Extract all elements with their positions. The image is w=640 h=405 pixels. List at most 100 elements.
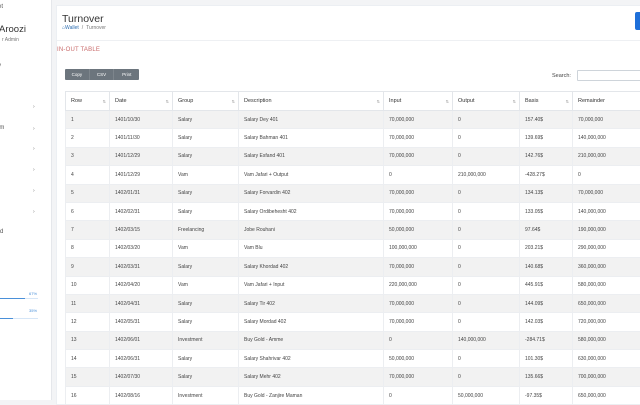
table-cell: 140,000,000 <box>453 331 520 349</box>
table-cell: 157.40$ <box>520 111 573 129</box>
table-cell: Salary <box>173 184 239 202</box>
table-cell: 100,000,000 <box>384 239 453 257</box>
table-cell: Buy Gold - Zanjire Maman <box>239 386 384 404</box>
main-panel: Turnover ⌂Wallet/Turnover IN-OUT TABLE C… <box>56 5 640 405</box>
table-cell: 7 <box>66 221 110 239</box>
table-cell: 70,000,000 <box>573 184 640 202</box>
chevron-right-icon[interactable]: › <box>33 126 35 132</box>
table-row[interactable]: 91402/03/31SalarySalary Khordad 40270,00… <box>66 258 640 276</box>
table-cell: Salary <box>173 111 239 129</box>
column-header-label: Group <box>178 98 193 104</box>
table-row[interactable]: 11401/10/30SalarySalary Dey 40170,000,00… <box>66 111 640 129</box>
sort-icon: ⇅ <box>166 99 169 104</box>
table-row[interactable]: 151402/07/30SalarySalary Mehr 40270,000,… <box>66 368 640 386</box>
table-cell: 580,000,000 <box>573 331 640 349</box>
table-cell: 1402/06/31 <box>110 350 173 368</box>
table-cell: 50,000,000 <box>453 386 520 404</box>
table-cell: 1401/12/29 <box>110 166 173 184</box>
table-row[interactable]: 141402/06/31SalarySalary Shahrivar 40250… <box>66 350 640 368</box>
column-header[interactable]: Row⇅ <box>66 92 110 111</box>
column-header[interactable]: Remainder⇅ <box>573 92 640 111</box>
table-row[interactable]: 61402/02/31SalarySalary Ordibehesht 4027… <box>66 202 640 220</box>
column-header-label: Description <box>244 98 272 104</box>
search-input[interactable] <box>577 70 640 81</box>
column-header[interactable]: Basis⇅ <box>520 92 573 111</box>
print-button[interactable]: Print <box>114 69 139 80</box>
sidebar-user-name: Aroozi <box>0 24 26 35</box>
table-cell: 2 <box>66 129 110 147</box>
column-header[interactable]: Group⇅ <box>173 92 239 111</box>
progress-label: 67% <box>29 291 37 296</box>
sort-icon: ⇅ <box>446 99 449 104</box>
table-cell: 139.69$ <box>520 129 573 147</box>
table-cell: 190,000,000 <box>573 221 640 239</box>
table-cell: -428.27$ <box>520 166 573 184</box>
table-row[interactable]: 51402/01/31SalarySalary Forvardin 40270,… <box>66 184 640 202</box>
chevron-right-icon[interactable]: › <box>33 146 35 152</box>
table-cell: 0 <box>453 202 520 220</box>
table-cell: 0 <box>453 129 520 147</box>
table-cell: Salary Bahman 401 <box>239 129 384 147</box>
table-cell: 360,000,000 <box>573 258 640 276</box>
table-row[interactable]: 21401/11/30SalarySalary Bahman 40170,000… <box>66 129 640 147</box>
csv-button[interactable]: CSV <box>90 69 115 80</box>
table-row[interactable]: 41401/12/29VamVam Jafari + Output0210,00… <box>66 166 640 184</box>
column-header[interactable]: Output⇅ <box>453 92 520 111</box>
table-cell: 1402/04/31 <box>110 294 173 312</box>
turnover-table: Row⇅Date⇅Group⇅Description⇅Input⇅Output⇅… <box>65 91 640 405</box>
table-row[interactable]: 101402/04/20VamVam Jafari + Input220,000… <box>66 276 640 294</box>
table-cell: 50,000,000 <box>384 350 453 368</box>
table-cell: 1402/03/31 <box>110 258 173 276</box>
sidebar-brand: et <box>0 4 3 10</box>
table-cell: Investment <box>173 331 239 349</box>
chevron-right-icon[interactable]: › <box>33 104 35 110</box>
column-header[interactable]: Input⇅ <box>384 92 453 111</box>
sidebar: et Aroozi r Admin y › im › › › › › rd 67… <box>0 0 52 400</box>
table-cell: 220,000,000 <box>384 276 453 294</box>
table-row[interactable]: 131402/06/01InvestmentBuy Gold - Amme014… <box>66 331 640 349</box>
table-cell: 1402/02/31 <box>110 202 173 220</box>
table-cell: Buy Gold - Amme <box>239 331 384 349</box>
copy-button[interactable]: Copy <box>65 69 90 80</box>
table-cell: 1402/07/30 <box>110 368 173 386</box>
header-action-button[interactable] <box>635 12 640 30</box>
export-button-group: Copy CSV Print <box>65 69 139 80</box>
table-cell: 0 <box>453 368 520 386</box>
sidebar-item-1[interactable]: y <box>0 63 1 69</box>
table-row[interactable]: 121402/05/31SalarySalary Mordad 40270,00… <box>66 313 640 331</box>
table-row[interactable]: 71402/03/15FreelancingJobe Rouhani50,000… <box>66 221 640 239</box>
chevron-right-icon[interactable]: › <box>33 167 35 173</box>
table-cell: 203.21$ <box>520 239 573 257</box>
table-cell: 0 <box>453 313 520 331</box>
header-divider <box>57 40 640 41</box>
table-row[interactable]: 111402/04/31SalarySalary Tir 40270,000,0… <box>66 294 640 312</box>
table-cell: 0 <box>453 294 520 312</box>
table-cell: 0 <box>453 184 520 202</box>
column-header[interactable]: Date⇅ <box>110 92 173 111</box>
table-cell: Salary <box>173 313 239 331</box>
table-cell: 700,000,000 <box>573 368 640 386</box>
table-cell: 140,000,000 <box>573 202 640 220</box>
chevron-right-icon[interactable]: › <box>33 209 35 215</box>
table-cell: 720,000,000 <box>573 313 640 331</box>
table-cell: 6 <box>66 202 110 220</box>
table-cell: 0 <box>384 166 453 184</box>
sort-icon: ⇅ <box>513 99 516 104</box>
table-cell: 1401/11/30 <box>110 129 173 147</box>
table-cell: Salary <box>173 129 239 147</box>
table-row[interactable]: 31401/12/29SalarySalary Esfand 40170,000… <box>66 147 640 165</box>
breadcrumb-current: Turnover <box>86 25 106 31</box>
table-row[interactable]: 161402/08/16InvestmentBuy Gold - Zanjire… <box>66 386 640 404</box>
chevron-right-icon[interactable]: › <box>33 188 35 194</box>
breadcrumb-home[interactable]: ⌂Wallet <box>62 25 79 31</box>
table-cell: 580,000,000 <box>573 276 640 294</box>
column-header[interactable]: Description⇅ <box>239 92 384 111</box>
sidebar-item-2[interactable]: im <box>0 125 4 131</box>
column-header-label: Row <box>71 98 82 104</box>
table-cell: 16 <box>66 386 110 404</box>
table-cell: Salary Khordad 402 <box>239 258 384 276</box>
sidebar-item-3[interactable]: rd <box>0 229 3 235</box>
table-cell: 13 <box>66 331 110 349</box>
table-row[interactable]: 81402/03/20VamVam Blu100,000,0000203.21$… <box>66 239 640 257</box>
breadcrumb-separator: / <box>82 25 83 31</box>
